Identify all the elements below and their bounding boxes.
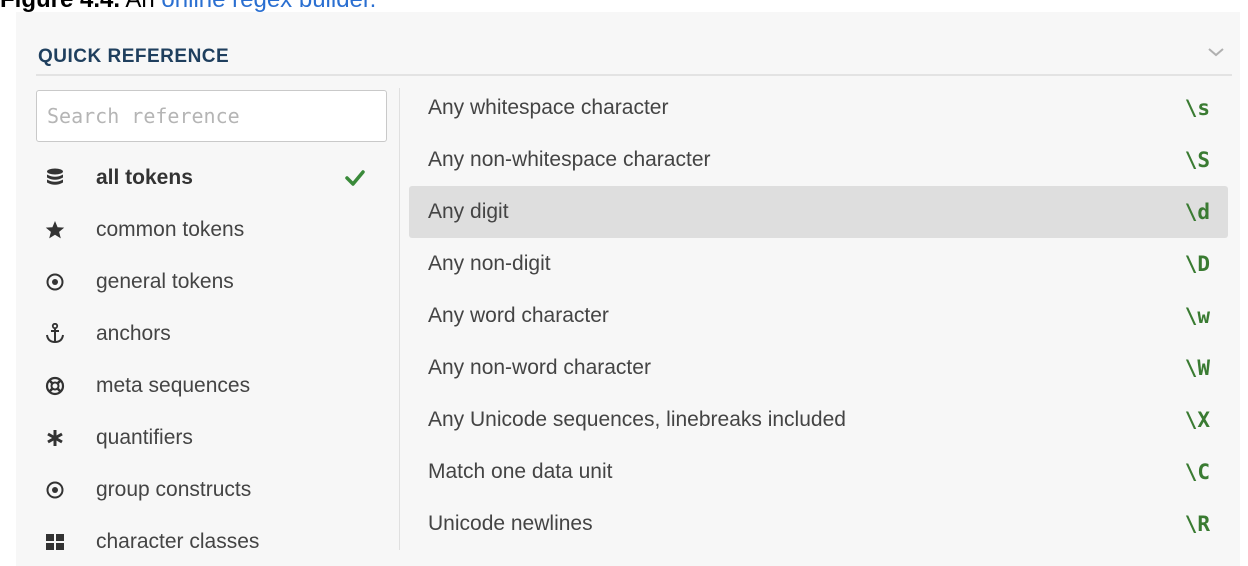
category-item-character-classes[interactable]: character classes [44, 516, 384, 566]
category-label: anchors [96, 322, 171, 345]
token-description: Any non-word character [428, 356, 651, 379]
category-item-common-tokens[interactable]: common tokens [44, 204, 384, 256]
dot-circle-icon [44, 479, 66, 501]
token-code: \W [1184, 356, 1210, 380]
token-row[interactable]: Match one data unit \C [409, 446, 1228, 498]
token-row-selected[interactable]: Any digit \d [409, 186, 1228, 238]
token-code: \X [1184, 408, 1210, 432]
token-description: Any Unicode sequences, linebreaks includ… [428, 408, 846, 431]
category-label: character classes [96, 530, 260, 553]
token-row[interactable]: Any word character \w [409, 290, 1228, 342]
token-row[interactable]: Any non-digit \D [409, 238, 1228, 290]
token-code: \s [1184, 96, 1210, 120]
dot-circle-icon [44, 271, 66, 293]
token-description: Match one data unit [428, 460, 613, 483]
column-divider [399, 88, 400, 550]
category-label: common tokens [96, 218, 245, 241]
token-code: \w [1184, 304, 1210, 328]
token-description: Any word character [428, 304, 609, 327]
token-row[interactable]: Any Unicode sequences, linebreaks includ… [409, 394, 1228, 446]
token-code: \d [1184, 200, 1210, 224]
category-label: meta sequences [96, 374, 251, 397]
chevron-down-icon[interactable] [1206, 42, 1226, 62]
category-label: all tokens [96, 166, 193, 189]
token-code: \R [1184, 512, 1210, 536]
category-item-general-tokens[interactable]: general tokens [44, 256, 384, 308]
category-item-meta-sequences[interactable]: meta sequences [44, 360, 384, 412]
token-description: Any non-whitespace character [428, 148, 711, 171]
token-row[interactable]: Unicode newlines \R [409, 498, 1228, 550]
asterisk-icon [44, 427, 66, 449]
panel-title: QUICK REFERENCE [38, 46, 230, 67]
token-code: \C [1184, 460, 1210, 484]
category-item-anchors[interactable]: anchors [44, 308, 384, 360]
category-label: group constructs [96, 478, 252, 501]
category-label: general tokens [96, 270, 234, 293]
token-code: \S [1184, 148, 1210, 172]
anchor-icon [44, 323, 66, 345]
category-label: quantifiers [96, 426, 193, 449]
token-description: Any whitespace character [428, 96, 669, 119]
token-description: Any digit [428, 200, 509, 223]
token-code: \D [1184, 252, 1210, 276]
token-row[interactable]: Any whitespace character \s [409, 82, 1228, 134]
category-list: all tokens common tokens general tokens [44, 152, 384, 566]
category-item-group-constructs[interactable]: group constructs [44, 464, 384, 516]
database-icon [44, 167, 66, 189]
token-list: Any whitespace character \s Any non-whit… [409, 82, 1228, 550]
token-row[interactable]: Any non-word character \W [409, 342, 1228, 394]
star-icon [44, 219, 66, 241]
grid-icon [44, 531, 66, 553]
search-input[interactable] [36, 90, 387, 142]
token-description: Unicode newlines [428, 512, 593, 535]
life-ring-icon [44, 375, 66, 397]
check-icon [345, 170, 365, 186]
token-description: Any non-digit [428, 252, 551, 275]
category-item-quantifiers[interactable]: quantifiers [44, 412, 384, 464]
category-item-all-tokens[interactable]: all tokens [44, 152, 384, 204]
token-row[interactable]: Any non-whitespace character \S [409, 134, 1228, 186]
panel-header[interactable]: QUICK REFERENCE [36, 12, 1232, 76]
